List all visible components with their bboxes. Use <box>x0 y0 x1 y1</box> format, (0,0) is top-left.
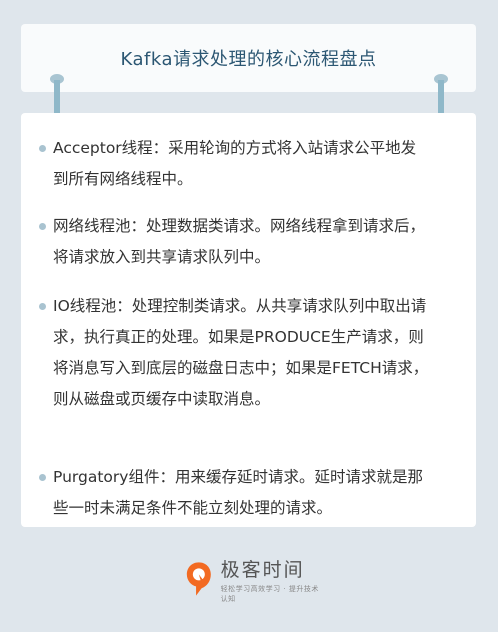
list-item-text: IO线程池：处理控制类请求。从共享请求队列中取出请求，执行真正的处理。如果是PR… <box>53 297 429 408</box>
list-item-text: Purgatory组件：用来缓存延时请求。延时请求就是那些一时未满足条件不能立刻… <box>53 468 423 517</box>
title-card: Kafka请求处理的核心流程盘点 <box>21 24 476 92</box>
page-title: Kafka请求处理的核心流程盘点 <box>120 49 377 70</box>
list-item-purgatory: Purgatory组件：用来缓存延时请求。延时请求就是那些一时未满足条件不能立刻… <box>39 462 429 524</box>
geektime-logo-icon <box>186 562 211 596</box>
brand-slogan: 轻松学习高效学习 · 提升技术认知 <box>220 584 319 603</box>
footer-brand: 极客时间 轻松学习高效学习 · 提升技术认知 <box>185 557 325 603</box>
list-item-network-pool: 网络线程池：处理数据类请求。网络线程拿到请求后，将请求放入到共享请求队列中。 <box>39 211 429 273</box>
list-item-text: Acceptor线程：采用轮询的方式将入站请求公平地发到所有网络线程中。 <box>53 139 417 188</box>
bullet-icon <box>39 223 46 230</box>
list-item-text: 网络线程池：处理数据类请求。网络线程拿到请求后，将请求放入到共享请求队列中。 <box>53 217 426 266</box>
bullet-icon <box>39 303 46 310</box>
bullet-icon <box>39 474 46 481</box>
list-item-acceptor: Acceptor线程：采用轮询的方式将入站请求公平地发到所有网络线程中。 <box>39 133 429 195</box>
content-card: Acceptor线程：采用轮询的方式将入站请求公平地发到所有网络线程中。 网络线… <box>21 113 476 527</box>
list-item-io-pool: IO线程池：处理控制类请求。从共享请求队列中取出请求，执行真正的处理。如果是PR… <box>39 291 429 415</box>
brand-name: 极客时间 <box>220 558 305 581</box>
bullet-icon <box>39 145 46 152</box>
